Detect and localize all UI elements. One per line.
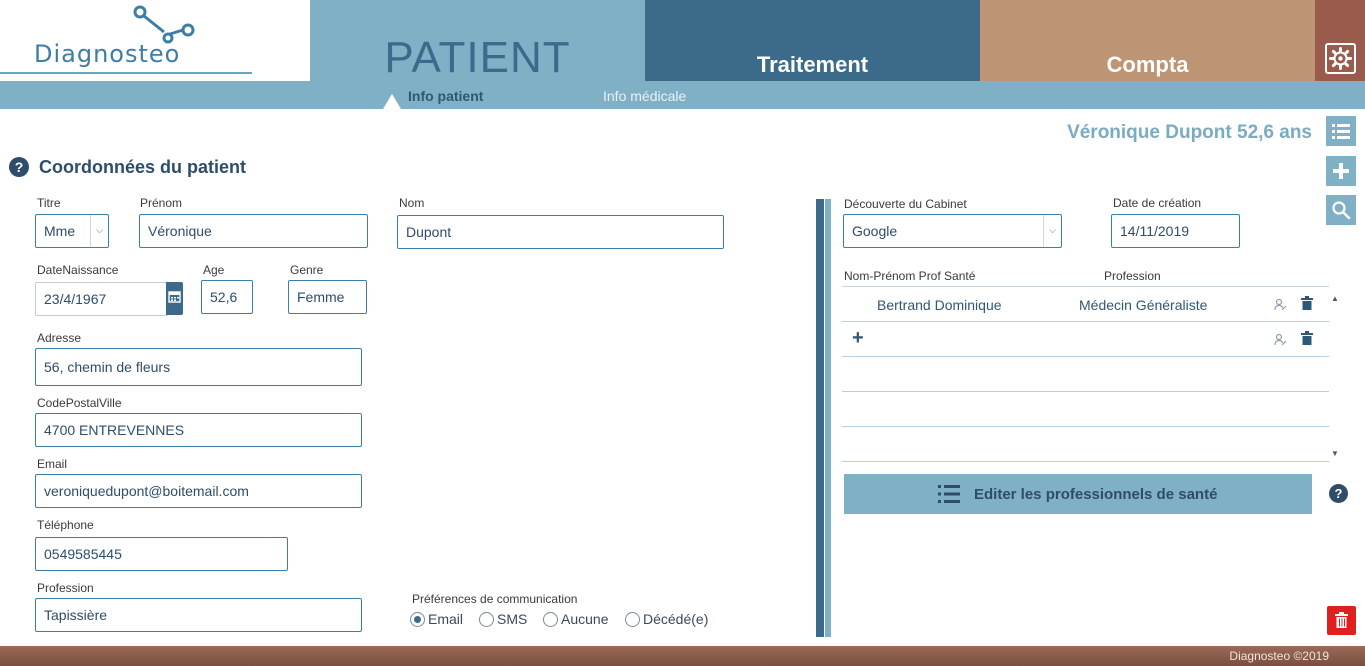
panel-divider [816,199,824,637]
table-row[interactable]: Bertrand Dominique Médecin Généraliste [842,287,1329,322]
plus-icon [1333,163,1349,179]
prof-name: Bertrand Dominique [877,297,1002,313]
prenom-field[interactable]: Véronique [139,214,368,248]
list-button[interactable] [1326,116,1356,146]
trash-icon[interactable] [1301,296,1313,310]
edit-user-icon[interactable] [1274,333,1287,346]
date-creation-field[interactable]: 14/11/2019 [1111,214,1240,248]
scroll-down-icon[interactable]: ▼ [1331,449,1339,458]
tab-compta[interactable]: Compta [980,0,1315,81]
calendar-icon [168,291,181,303]
logo: Diagnosteo [0,0,310,81]
communication-label: Préférences de communication [412,592,578,606]
subnav-info-patient[interactable]: Info patient [408,88,483,104]
tab-patient[interactable]: PATIENT [310,0,645,82]
calendar-button[interactable] [166,282,183,315]
table-row-add[interactable]: + [842,322,1329,357]
cp-ville-label: CodePostalVille [37,396,122,410]
profession-field[interactable]: Tapissière [35,598,362,632]
radio-dot [625,612,640,627]
email-field[interactable]: veroniquedupont@boitemail.com [35,474,362,508]
table-row [842,427,1329,462]
tab-traitement-label: Traitement [756,52,869,77]
telephone-field[interactable]: 0549585445 [35,537,288,571]
subnav-info-medicale[interactable]: Info médicale [603,88,686,104]
radio-aucune-label: Aucune [561,611,609,627]
radio-dot [410,612,425,627]
radio-dot [543,612,558,627]
radio-dot [479,612,494,627]
footer: Diagnosteo ©2019 [0,646,1365,666]
adresse-field[interactable]: 56, chemin de fleurs [35,348,362,386]
section-title: Coordonnées du patient [39,157,246,177]
date-naissance-label: DateNaissance [37,263,119,277]
footer-copyright: Diagnosteo ©2019 [1229,649,1329,663]
age-field[interactable]: 52,6 [201,280,253,314]
nom-label: Nom [399,196,425,210]
edit-user-icon[interactable] [1274,298,1287,311]
date-creation-label: Date de création [1113,196,1202,210]
decouverte-value: Google [852,223,898,239]
help-icon[interactable]: ? [9,157,29,177]
table-row [842,392,1329,427]
chevron-down-icon: ⌵ [90,215,108,247]
scroll-up-icon[interactable]: ▲ [1331,294,1339,303]
search-button[interactable] [1326,195,1356,225]
delete-patient-button[interactable] [1327,606,1356,635]
settings-button[interactable] [1325,43,1356,74]
trash-icon[interactable] [1301,331,1313,345]
patient-name-age: Véronique Dupont 52,6 ans [1067,122,1312,143]
genre-label: Genre [290,263,324,277]
adresse-label: Adresse [37,331,82,345]
titre-value: Mme [44,223,76,239]
tab-patient-label: PATIENT [384,33,571,82]
logo-underline [0,72,252,74]
gear-icon [1329,47,1352,70]
email-label: Email [37,457,68,471]
help-icon[interactable]: ? [1329,484,1348,503]
table-header-name: Nom-Prénom Prof Santé [844,269,976,283]
cp-ville-field[interactable]: 4700 ENTREVENNES [35,413,362,447]
tab-traitement[interactable]: Traitement [645,0,980,81]
radio-email-label: Email [428,611,464,627]
active-tab-caret [383,94,401,109]
table-header-profession: Profession [1104,269,1161,283]
sub-navigation: Info patient Info médicale [0,81,1365,109]
health-professionals-table: Bertrand Dominique Médecin Généraliste + [842,286,1329,462]
date-naissance-field[interactable]: 23/4/1967 [35,282,168,316]
profession-label: Profession [37,581,94,595]
logo-text: Diagnosteo [34,40,181,68]
trash-icon [1335,612,1348,628]
age-label: Age [203,263,225,277]
edit-professionals-button[interactable]: Editer les professionnels de santé [844,474,1312,514]
logo-molecule-icon [133,5,195,44]
settings-area [1315,0,1365,81]
telephone-label: Téléphone [37,518,94,532]
chevron-down-icon: ⌵ [1043,215,1061,247]
plus-icon[interactable]: + [852,327,864,350]
titre-label: Titre [37,196,61,210]
panel-divider-light [825,199,831,637]
decouverte-select[interactable]: Google ⌵ [843,214,1062,248]
radio-decede-label: Décédé(e) [643,611,709,627]
tab-compta-label: Compta [1106,52,1189,77]
prenom-label: Prénom [140,196,183,210]
table-row [842,357,1329,392]
list-icon [938,485,960,503]
list-icon [1332,124,1350,139]
genre-field[interactable]: Femme [288,280,367,314]
titre-select[interactable]: Mme ⌵ [35,214,109,248]
edit-professionals-label: Editer les professionnels de santé [974,486,1218,503]
radio-sms-label: SMS [497,611,528,627]
decouverte-label: Découverte du Cabinet [844,197,967,211]
add-patient-button[interactable] [1326,156,1356,186]
search-icon [1332,201,1351,220]
prof-profession: Médecin Généraliste [1079,297,1208,313]
nom-field[interactable]: Dupont [397,215,724,249]
